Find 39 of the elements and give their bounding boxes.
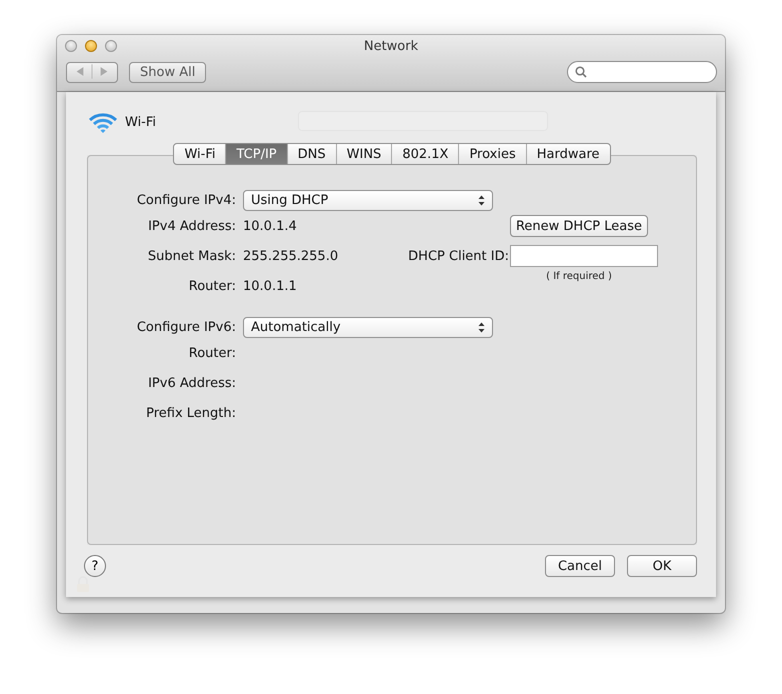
dialog-button[interactable]: OK (627, 555, 697, 577)
tab[interactable]: 802.1X (391, 144, 458, 164)
field-label: IPv6 Address: (148, 376, 236, 390)
tab[interactable]: Wi-Fi (174, 144, 226, 164)
tab[interactable]: Proxies (458, 144, 526, 164)
field-label: Subnet Mask: (148, 248, 236, 264)
field-label: Configure IPv6: (136, 320, 236, 334)
field-value: 255.255.255.0 (243, 248, 338, 264)
dropdown[interactable]: Using DHCP (243, 190, 493, 210)
tab[interactable]: TCP/IP (225, 144, 287, 164)
dialog-button[interactable]: Cancel (545, 555, 615, 577)
field-label: Configure IPv4: (136, 192, 236, 208)
field-label: IPv4 Address: (148, 218, 236, 234)
dropdown[interactable]: Automatically (243, 316, 493, 338)
search-field[interactable] (567, 61, 717, 83)
stepper-arrows-icon (478, 322, 485, 332)
field-value: 10.0.1.1 (243, 278, 297, 294)
help-button[interactable]: ? (84, 555, 106, 577)
tab[interactable]: DNS (286, 144, 336, 164)
minimize-button[interactable] (85, 40, 97, 52)
field-value: 10.0.1.4 (243, 218, 297, 234)
service-name: Wi-Fi (125, 115, 156, 130)
field-label: Prefix Length: (146, 406, 236, 420)
zoom-button[interactable] (105, 40, 117, 52)
client-id-field[interactable] (510, 245, 658, 267)
wifi-icon (88, 110, 118, 134)
close-button[interactable] (65, 40, 77, 52)
tab[interactable]: WINS (336, 144, 392, 164)
field-label: Router: (188, 278, 236, 294)
hint-text: ( If required ) (546, 271, 612, 282)
search-icon (575, 66, 587, 78)
tab[interactable]: Hardware (526, 144, 610, 164)
back-forward-control[interactable] (66, 62, 118, 82)
show-all-button[interactable]: Show All (129, 62, 206, 82)
stepper-arrows-icon (478, 194, 485, 206)
window-title: Network (362, 39, 420, 54)
renew-dhcp-lease-button[interactable]: Renew DHCP Lease (510, 215, 648, 237)
field-label: Router: (188, 346, 236, 360)
field-label: DHCP Client ID: (408, 248, 509, 264)
